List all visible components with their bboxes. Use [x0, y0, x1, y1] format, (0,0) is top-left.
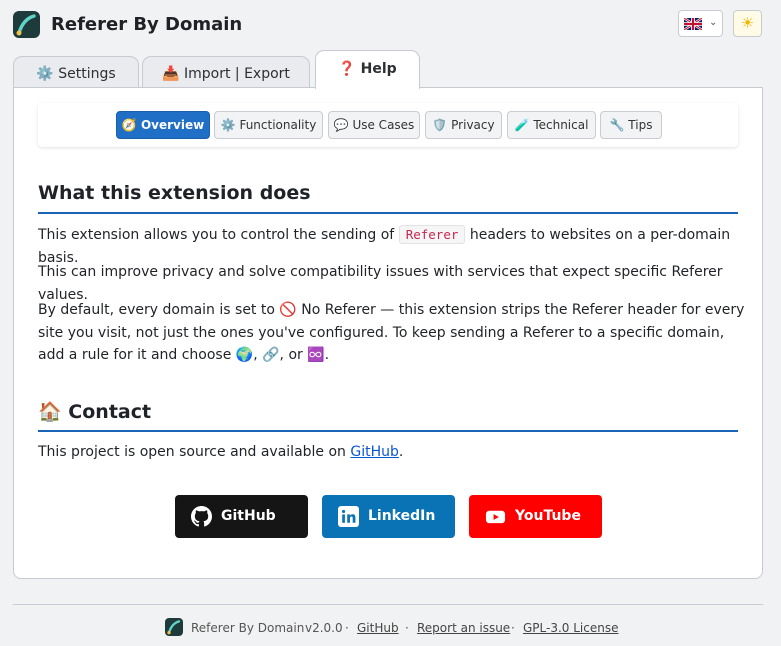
github-link[interactable]: GitHub [350, 444, 399, 460]
help-nav-use-cases[interactable]: 💬 Use Cases [328, 111, 420, 139]
help-nav-label: Overview [140, 118, 205, 132]
linkedin-button[interactable]: LinkedIn [322, 495, 455, 538]
youtube-button[interactable]: YouTube [469, 495, 602, 538]
linkedin-button-label: LinkedIn [368, 508, 436, 524]
github-button[interactable]: GitHub [175, 495, 308, 538]
gear-icon: ⚙️ [220, 118, 236, 132]
help-nav-privacy[interactable]: 🛡️ Privacy [425, 111, 502, 139]
github-button-label: GitHub [221, 508, 276, 524]
uk-flag-icon [684, 18, 702, 30]
theme-toggle-button[interactable]: ☀ [733, 10, 762, 37]
speech-bubble-icon: 💬 [333, 118, 349, 132]
help-nav-overview[interactable]: 🧭 Overview [116, 111, 210, 139]
footer-separator: · [511, 621, 515, 635]
help-nav-label: Functionality [239, 118, 317, 132]
help-section-nav: 🧭 Overview ⚙️ Functionality 💬 Use Cases … [38, 103, 738, 147]
footer-separator: · [405, 621, 409, 635]
house-icon: 🏠 [38, 401, 62, 423]
footer-divider [13, 604, 763, 605]
help-panel: 🧭 Overview ⚙️ Functionality 💬 Use Cases … [13, 87, 763, 579]
help-nav-technical[interactable]: 🧪 Technical [507, 111, 596, 139]
shield-icon: 🛡️ [432, 118, 448, 132]
help-nav-label: Use Cases [352, 118, 415, 132]
app-header: Referer By Domain ⌄ ☀ [13, 9, 765, 41]
youtube-icon [485, 510, 506, 524]
text: This extension allows you to control the… [38, 227, 395, 243]
footer-version: v2.0.0 [305, 621, 343, 635]
sun-icon: ☀ [740, 14, 755, 32]
app-logo-icon [13, 11, 40, 38]
tab-import-export[interactable]: 📥 Import | Export [142, 56, 310, 88]
help-nav-tips[interactable]: 🔧 Tips [600, 111, 662, 139]
language-select[interactable]: ⌄ [678, 10, 723, 37]
linkedin-icon [338, 506, 359, 527]
footer-app-name: Referer By Domain [191, 621, 305, 635]
question-mark-icon: ❓ [338, 61, 356, 77]
overview-paragraph-3: By default, every domain is set to 🚫 No … [38, 302, 745, 363]
text: . [398, 444, 404, 460]
tab-label: Import | Export [183, 66, 290, 82]
footer-report-issue-link[interactable]: Report an issue [417, 621, 510, 635]
contact-heading: 🏠 Contact [38, 400, 151, 423]
footer: Referer By Domain v2.0.0 · GitHub · Repo… [0, 618, 781, 638]
compass-icon: 🧭 [121, 118, 137, 132]
footer-license-link[interactable]: GPL-3.0 License [523, 621, 618, 635]
footer-separator: · [345, 621, 349, 635]
help-nav-label: Privacy [451, 118, 495, 132]
contact-paragraph: This project is open source and availabl… [38, 441, 750, 464]
gear-icon: ⚙️ [36, 66, 54, 82]
wrench-icon: 🔧 [609, 118, 625, 132]
footer-logo-icon [165, 618, 183, 636]
referer-code: Referer [398, 225, 466, 244]
footer-github-link[interactable]: GitHub [357, 621, 399, 635]
tab-settings[interactable]: ⚙️ Settings [13, 56, 139, 88]
test-tube-icon: 🧪 [514, 118, 530, 132]
section-divider [38, 430, 738, 432]
tab-label: Settings [58, 66, 116, 82]
tab-label: Help [360, 61, 397, 77]
tab-help[interactable]: ❓ Help [315, 50, 420, 89]
help-nav-functionality[interactable]: ⚙️ Functionality [214, 111, 323, 139]
inbox-tray-icon: 📥 [162, 66, 180, 82]
youtube-button-label: YouTube [515, 508, 581, 524]
help-nav-label: Technical [533, 118, 589, 132]
app-title: Referer By Domain [51, 14, 243, 35]
github-icon [191, 506, 212, 527]
section-divider [38, 212, 738, 214]
text: This project is open source and availabl… [38, 444, 346, 460]
contact-heading-text: Contact [68, 401, 152, 423]
overview-heading: What this extension does [38, 182, 311, 204]
help-nav-label: Tips [628, 118, 653, 132]
chevron-down-icon: ⌄ [709, 17, 718, 28]
